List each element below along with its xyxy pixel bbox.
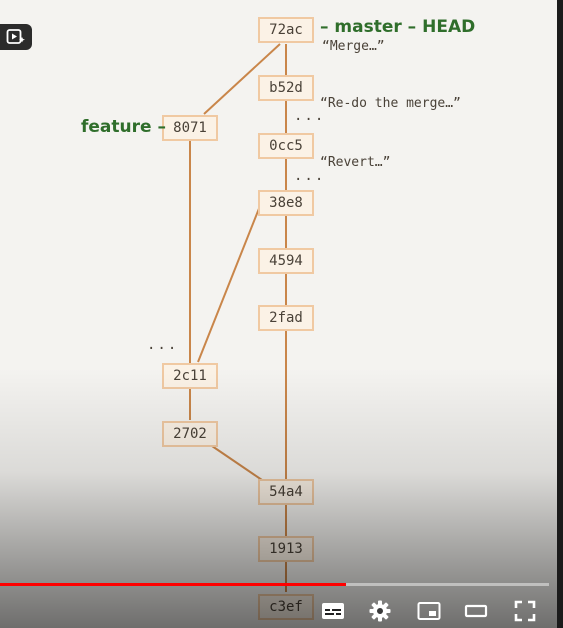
commit-1913: 1913: [258, 536, 314, 562]
commit-4594: 4594: [258, 248, 314, 274]
revert-message: “Revert…”: [320, 155, 391, 170]
add-to-queue-button[interactable]: [0, 24, 32, 50]
progress-bar[interactable]: [0, 583, 549, 586]
miniplayer-button[interactable]: [416, 598, 442, 624]
queue-icon: [6, 29, 25, 44]
redo-merge-message: “Re-do the merge…”: [320, 96, 461, 111]
edge-38e8-2c11: [197, 205, 261, 363]
commit-38e8: 38e8: [258, 190, 314, 216]
edge-2702-54a4: [211, 445, 263, 481]
merge-message: “Merge…”: [322, 39, 385, 54]
settings-button[interactable]: [367, 598, 393, 624]
subtitles-button[interactable]: [320, 598, 346, 624]
theater-mode-button[interactable]: [463, 598, 489, 624]
commit-72ac: 72ac: [258, 17, 314, 43]
commit-2fad: 2fad: [258, 305, 314, 331]
commit-2702: 2702: [162, 421, 218, 447]
ellipsis-2c11: ...: [147, 337, 179, 353]
master-head-label: – master – HEAD: [320, 17, 476, 37]
settings-gear-icon: [369, 600, 391, 622]
fullscreen-button[interactable]: [512, 598, 538, 624]
fullscreen-icon: [514, 600, 536, 622]
ellipsis-b52d: ...: [294, 108, 326, 124]
progress-played: [0, 583, 346, 586]
commit-54a4: 54a4: [258, 479, 314, 505]
theater-mode-icon: [464, 604, 488, 618]
commit-8071: 8071: [162, 115, 218, 141]
commit-2c11: 2c11: [162, 363, 218, 389]
video-player[interactable]: 72ac b52d 0cc5 38e8 4594 2fad 8071 2c11 …: [0, 0, 563, 628]
feature-label: feature –: [81, 117, 166, 137]
miniplayer-icon: [417, 602, 441, 620]
frame-edge: [557, 0, 563, 628]
ellipsis-0cc5: ...: [294, 168, 326, 184]
commit-b52d: b52d: [258, 75, 314, 101]
commit-0cc5: 0cc5: [258, 133, 314, 159]
commit-c3ef: c3ef: [258, 594, 314, 620]
captions-icon: [322, 603, 344, 619]
